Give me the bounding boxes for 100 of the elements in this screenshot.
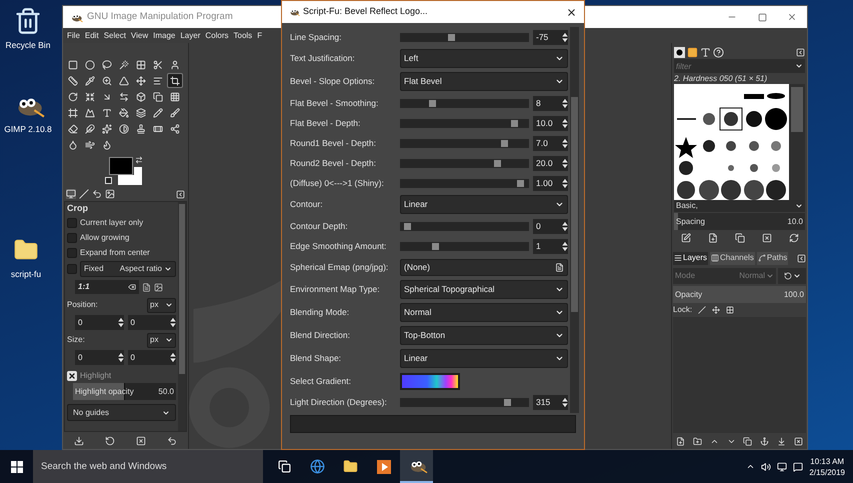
number-spin-field[interactable]: 0 [128,315,176,330]
save-icon[interactable] [74,436,84,446]
composite-dropdown[interactable] [778,268,806,284]
opacity-slider[interactable]: Highlight opacity 50.0 [73,383,176,400]
number-spin-field[interactable]: 1 [533,238,568,254]
new-group-icon[interactable] [692,436,702,446]
portrait-icon[interactable] [142,282,151,292]
desktop-shortcut[interactable]: GIMP 2.10.8 [2,92,54,136]
number-spin-field[interactable]: 0 [75,350,124,365]
duplicate-icon[interactable] [734,233,744,243]
slider-thumb[interactable] [429,100,436,106]
font-tab-icon[interactable] [700,46,711,58]
ratio-input-field[interactable]: 1:1 [75,280,139,294]
menu-item[interactable]: Edit [84,30,99,42]
menu-item[interactable]: Tools [234,30,252,42]
scrollbar[interactable] [570,27,579,413]
menu-item[interactable]: Select [104,30,126,42]
slider-track[interactable] [400,158,529,168]
number-spin-field[interactable]: 1.00 [533,176,568,190]
spacing-slider[interactable]: Spacing 10.0 [674,213,805,230]
alpha-lock-icon[interactable] [726,306,734,314]
delete-icon[interactable] [136,436,146,446]
unit-dropdown[interactable]: px [147,298,176,312]
new-layer-icon[interactable] [676,436,685,446]
number-spin-field[interactable]: 0 [128,350,176,365]
number-spin-field[interactable]: 8 [533,96,568,110]
dropdown[interactable]: Spherical Topographical [400,280,568,299]
number-spin-field[interactable]: 20.0 [533,156,568,170]
speaker-icon[interactable] [761,462,772,472]
dropdown[interactable]: Linear [400,195,568,214]
slash-icon[interactable] [79,189,89,199]
task-view-icon[interactable] [278,460,291,473]
media-player-icon[interactable] [376,460,390,474]
clear-icon[interactable] [128,283,136,291]
slider-thumb[interactable] [448,34,455,40]
panel-tab[interactable]: Paths [756,252,788,264]
position-lock-icon[interactable] [712,306,720,314]
slider-track[interactable] [400,398,529,406]
folder-icon[interactable] [343,459,358,474]
swap-colors-icon[interactable] [135,156,143,164]
dropdown[interactable]: Left [400,49,568,68]
gradient-button[interactable] [400,372,460,390]
landscape-icon[interactable] [154,282,163,292]
scrollbar[interactable] [789,84,805,200]
restore-icon[interactable] [104,436,115,446]
reset-colors-icon[interactable] [105,177,112,184]
merge-down-icon[interactable] [777,436,786,446]
slider-thumb[interactable] [504,398,511,406]
checkbox[interactable] [67,264,77,274]
menu-item[interactable]: File [67,30,80,42]
number-spin-field[interactable]: 315 [533,394,568,410]
number-spin-field[interactable]: 0 [533,218,568,234]
brush-set-dropdown[interactable]: Basic, [674,200,805,212]
menu-item[interactable]: Layer [180,30,200,42]
desktop-shortcut[interactable]: script-fu [0,235,52,281]
panel-menu-icon[interactable] [796,48,805,56]
menu-item[interactable]: F [257,30,262,42]
clock[interactable]: 10:13 AM 2/15/2019 [809,456,845,478]
undo-icon[interactable] [92,189,102,199]
panel-menu-icon[interactable] [176,190,185,198]
checkbox[interactable] [67,370,77,380]
help-icon[interactable] [713,46,724,58]
dropdown[interactable]: Top-Botton [400,326,568,345]
slider-track[interactable] [400,178,529,188]
slider-thumb[interactable] [404,222,411,230]
refresh-icon[interactable] [788,233,798,243]
new-icon[interactable] [708,233,718,243]
taskbar-button[interactable] [400,450,433,483]
brush-tab-icon[interactable] [674,46,685,58]
filter-menu-button[interactable] [793,59,805,73]
panel-menu-icon[interactable] [797,254,806,262]
duplicate-icon[interactable] [743,436,752,446]
menu-item[interactable]: View [130,30,148,42]
aspect-ratio-dropdown[interactable]: Aspect ratio [120,263,172,275]
menu-item[interactable]: Image [153,30,176,42]
background-color-swatch[interactable] [118,167,142,185]
slider-track[interactable] [400,138,529,148]
scrollbar[interactable] [178,202,186,431]
slider-track[interactable] [400,98,529,108]
dropdown[interactable]: Linear [400,349,568,368]
filter-field[interactable]: filter [674,59,793,73]
panel-tab[interactable]: Channels [710,252,755,264]
brush-lock-icon[interactable] [698,306,706,314]
slider-thumb[interactable] [517,180,524,186]
number-spin-field[interactable]: -75 [533,30,568,44]
slider-thumb[interactable] [501,140,508,146]
foreground-color-swatch[interactable] [109,157,133,175]
anchor-icon[interactable] [760,436,770,446]
slider-thumb[interactable] [511,120,518,126]
slider-track[interactable] [400,242,529,250]
reset-icon[interactable] [167,436,178,446]
brush-grid-drawing[interactable] [674,84,789,200]
tool-button[interactable] [167,73,183,88]
slider-track[interactable] [400,32,529,42]
monitor-icon[interactable] [66,189,76,199]
dropdown[interactable]: Flat Bevel [400,72,568,91]
slider-thumb[interactable] [432,242,439,250]
checkbox[interactable] [67,232,77,242]
network-icon[interactable] [777,462,788,472]
notification-icon[interactable] [793,462,804,472]
